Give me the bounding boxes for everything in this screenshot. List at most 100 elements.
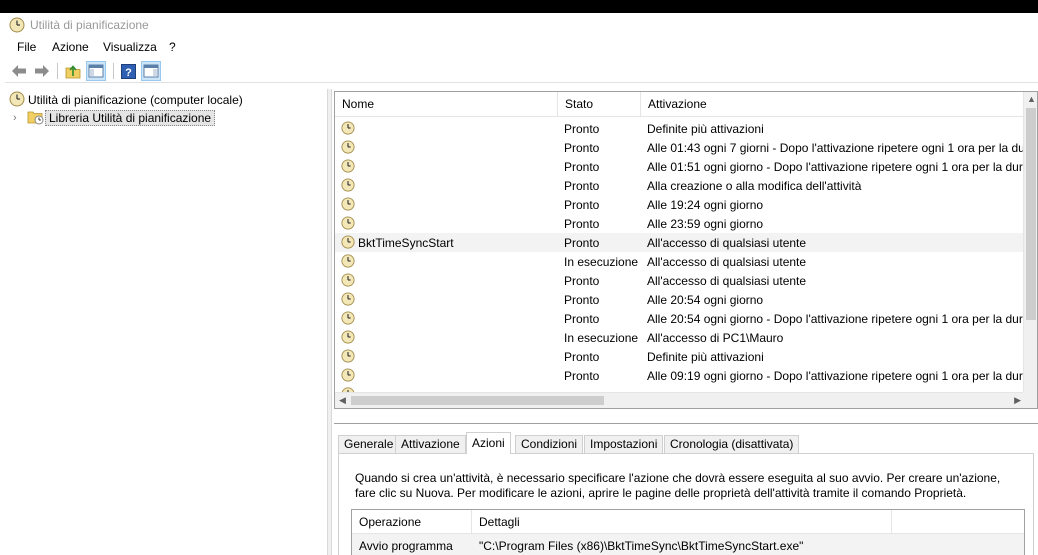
tab-azioni[interactable]: Azioni bbox=[466, 432, 511, 454]
tab-azioni-content: Quando si crea un'attività, è necessario… bbox=[338, 453, 1034, 555]
navigation-tree: Utilità di pianificazione (computer loca… bbox=[5, 89, 327, 555]
svg-text:?: ? bbox=[125, 67, 132, 79]
task-row[interactable]: Pronto Alle 23:59 ogni giorno bbox=[335, 214, 1025, 233]
task-row[interactable]: In esecuzione All'accesso di qualsiasi ut… bbox=[335, 252, 1025, 271]
scroll-left-icon[interactable]: ◀ bbox=[339, 395, 346, 406]
scroll-up-icon[interactable]: ▲ bbox=[1027, 94, 1036, 104]
show-hide-tree-icon[interactable] bbox=[86, 61, 106, 81]
toolbar-separator bbox=[113, 63, 114, 79]
task-status: Pronto bbox=[564, 160, 600, 174]
task-clock-icon bbox=[341, 368, 355, 385]
actions-table: Operazione Dettagli Avvio programma "C:\… bbox=[351, 509, 1025, 555]
menu-file[interactable]: File bbox=[17, 40, 36, 54]
task-status: Pronto bbox=[564, 293, 600, 307]
actions-column-operazione[interactable]: Operazione bbox=[352, 510, 472, 534]
tree-root-label: Utilità di pianificazione (computer loca… bbox=[28, 93, 243, 107]
scroll-right-icon[interactable]: ▶ bbox=[1014, 395, 1021, 406]
task-status: In esecuzione bbox=[564, 331, 639, 345]
horizontal-scrollbar-thumb[interactable] bbox=[351, 396, 604, 405]
help-icon[interactable]: ? bbox=[118, 61, 138, 81]
task-row[interactable]: Pronto Definite più attivazioni bbox=[335, 119, 1025, 138]
back-arrow-icon[interactable] bbox=[9, 61, 29, 81]
chevron-right-icon[interactable]: › bbox=[13, 112, 25, 124]
task-name: BktTimeSyncStart bbox=[358, 236, 454, 250]
actions-column-dettagli[interactable]: Dettagli bbox=[472, 510, 892, 534]
task-clock-icon bbox=[341, 178, 355, 195]
vertical-scrollbar-thumb[interactable] bbox=[1026, 108, 1036, 320]
task-trigger: Alle 09:19 ogni giorno - Dopo l'attivazi… bbox=[647, 369, 1030, 383]
scrollbar-corner bbox=[1023, 392, 1037, 408]
show-action-pane-icon[interactable] bbox=[141, 61, 161, 81]
task-trigger: Alla creazione o alla modifica dell'atti… bbox=[647, 179, 862, 193]
task-status: Pronto bbox=[564, 350, 600, 364]
task-list: Nome Stato Attivazione Pronto Definite pi… bbox=[334, 91, 1038, 409]
tab-cronologia[interactable]: Cronologia (disattivata) bbox=[664, 435, 800, 454]
vertical-scrollbar[interactable]: ▲ bbox=[1023, 92, 1037, 394]
task-status: Pronto bbox=[564, 141, 600, 155]
tree-item-library-label: Libreria Utilità di pianificazione bbox=[45, 110, 216, 126]
toolbar-separator bbox=[57, 63, 58, 79]
task-row[interactable]: Pronto Alle 01:43 ogni 7 giorni - Dopo l'… bbox=[335, 138, 1036, 157]
tab-condizioni[interactable]: Condizioni bbox=[515, 435, 584, 454]
task-trigger: Alle 20:54 ogni giorno bbox=[647, 293, 764, 307]
task-row[interactable]: Pronto Alle 01:51 ogni giorno - Dopo l'at… bbox=[335, 157, 1037, 176]
forward-arrow-icon[interactable] bbox=[32, 61, 52, 81]
tree-root[interactable]: Utilità di pianificazione (computer loca… bbox=[9, 91, 246, 109]
task-clock-icon bbox=[341, 311, 355, 328]
task-trigger: Alle 23:59 ogni giorno bbox=[647, 217, 764, 231]
horizontal-scrollbar[interactable]: ◀ ▶ bbox=[335, 392, 1025, 408]
action-operation: Avvio programma bbox=[359, 539, 453, 553]
window-title: Utilità di pianificazione bbox=[30, 18, 149, 32]
task-detail-pane: Generale Attivazione Azioni Condizioni I… bbox=[334, 423, 1038, 555]
tree-item-library[interactable]: › Libreria Utilità di pianificazione bbox=[13, 109, 216, 128]
column-header-stato[interactable]: Stato bbox=[558, 92, 641, 117]
actions-column-empty bbox=[892, 510, 1024, 534]
task-trigger: All'accesso di qualsiasi utente bbox=[647, 274, 807, 288]
task-list-header: Nome Stato Attivazione bbox=[335, 92, 1025, 117]
task-status: Pronto bbox=[564, 369, 600, 383]
folder-clock-icon bbox=[27, 109, 45, 128]
tab-attivazione[interactable]: Attivazione bbox=[395, 435, 466, 454]
top-dark-strip bbox=[0, 0, 1038, 13]
task-clock-icon bbox=[341, 159, 355, 176]
task-scheduler-window: Utilità di pianificazione File Azione Vi… bbox=[0, 13, 1038, 555]
title-bar: Utilità di pianificazione bbox=[5, 13, 1038, 37]
task-clock-icon bbox=[341, 273, 355, 290]
task-clock-icon bbox=[341, 121, 355, 138]
task-trigger: Alle 01:51 ogni giorno - Dopo l'attivazi… bbox=[647, 160, 1038, 174]
tab-impostazioni[interactable]: Impostazioni bbox=[584, 435, 664, 454]
task-status: Pronto bbox=[564, 122, 600, 136]
menu-help[interactable]: ? bbox=[169, 40, 176, 54]
task-row[interactable]: Pronto Alle 19:24 ogni giorno bbox=[335, 195, 1025, 214]
task-clock-icon bbox=[341, 235, 355, 252]
task-status: Pronto bbox=[564, 236, 600, 250]
task-row[interactable]: In esecuzione All'accesso di PC1\Mauro bbox=[335, 328, 1025, 347]
task-status: Pronto bbox=[564, 179, 600, 193]
folder-up-icon[interactable] bbox=[63, 61, 83, 81]
task-row[interactable]: BktTimeSyncStart Pronto All'accesso di qua… bbox=[335, 233, 1025, 252]
pane-splitter[interactable] bbox=[327, 89, 332, 555]
menu-visualizza[interactable]: Visualizza bbox=[103, 40, 157, 54]
task-row[interactable]: Pronto Alla creazione o alla modifica del… bbox=[335, 176, 1025, 195]
menu-bar: File Azione Visualizza ? bbox=[5, 37, 1038, 57]
task-status: Pronto bbox=[564, 312, 600, 326]
task-status: In esecuzione bbox=[564, 255, 639, 269]
menu-azione[interactable]: Azione bbox=[52, 40, 89, 54]
task-row[interactable]: Pronto All'accesso di qualsiasi utente bbox=[335, 271, 1025, 290]
task-row[interactable]: Pronto Alle 20:54 ogni giorno - Dopo l'at… bbox=[335, 309, 1030, 328]
task-status: Pronto bbox=[564, 198, 600, 212]
actions-description: Quando si crea un'attività, è necessario… bbox=[355, 471, 1001, 500]
tab-generale[interactable]: Generale bbox=[338, 435, 400, 454]
action-details: "C:\Program Files (x86)\BktTimeSync\BktT… bbox=[479, 539, 804, 553]
task-clock-icon bbox=[341, 349, 355, 366]
column-header-attivazione[interactable]: Attivazione bbox=[641, 92, 1025, 117]
column-header-nome[interactable]: Nome bbox=[335, 92, 558, 117]
task-row[interactable]: Pronto Alle 09:19 ogni giorno - Dopo l'at… bbox=[335, 366, 1030, 385]
task-row[interactable]: Pronto Definite più attivazioni bbox=[335, 347, 1025, 366]
clock-icon bbox=[9, 17, 25, 36]
clock-icon bbox=[9, 91, 25, 110]
task-trigger: Alle 20:54 ogni giorno - Dopo l'attivazi… bbox=[647, 312, 1030, 326]
task-row[interactable]: Pronto Alle 20:54 ogni giorno bbox=[335, 290, 1025, 309]
task-clock-icon bbox=[341, 330, 355, 347]
task-status: Pronto bbox=[564, 217, 600, 231]
